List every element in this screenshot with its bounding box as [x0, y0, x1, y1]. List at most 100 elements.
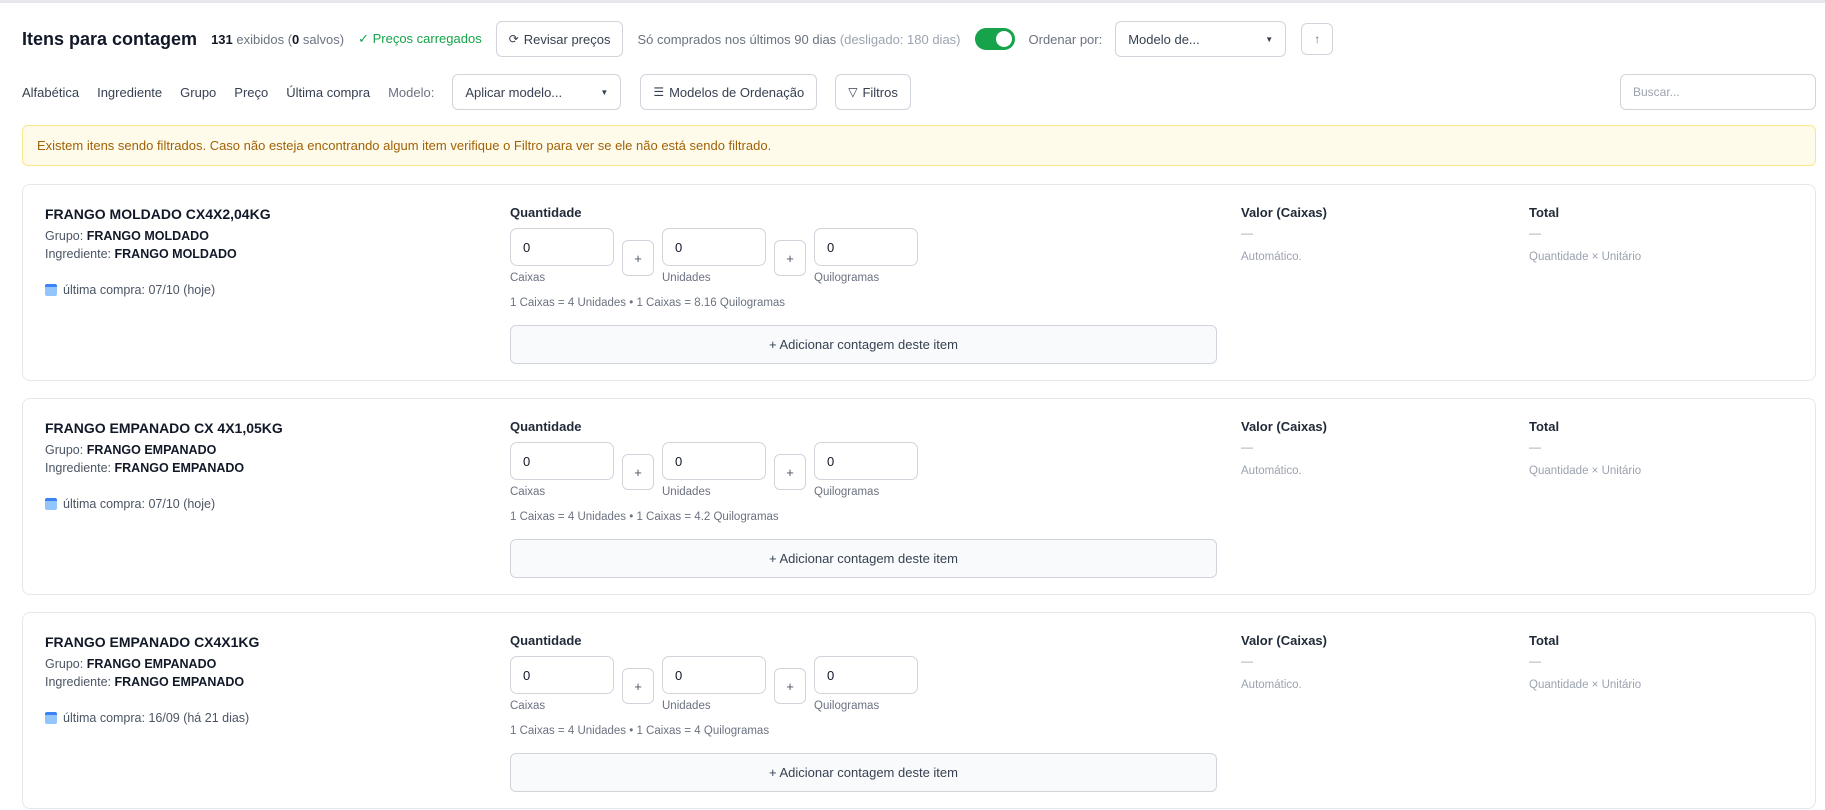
saved-count: 0 — [292, 31, 300, 47]
ingredient-label: Ingrediente: — [45, 247, 112, 261]
sort-last-purchase[interactable]: Última compra — [286, 85, 370, 100]
item-card: FRANGO MOLDADO CX4X2,04KG Grupo: FRANGO … — [22, 184, 1816, 381]
filter-icon: ▽ — [848, 85, 858, 99]
boxes-label: Caixas — [510, 272, 546, 284]
conversion-text: 1 Caixas = 4 Unidades • 1 Caixas = 8.16 … — [510, 297, 786, 309]
total-header: Total — [1529, 419, 1560, 434]
sort-group[interactable]: Grupo — [180, 85, 216, 100]
last-purchase-text: última compra: 07/10 (hoje) — [63, 497, 216, 511]
recent-filter-label: Só comprados nos últimos 90 dias (deslig… — [637, 32, 960, 47]
ingredient-value: FRANGO EMPANADO — [114, 461, 245, 475]
sort-alphabetical[interactable]: Alfabética — [22, 85, 79, 100]
caret-down-icon: ▼ — [1265, 34, 1274, 44]
item-card: FRANGO EMPANADO CX4X1KG Grupo: FRANGO EM… — [22, 612, 1816, 809]
plus-icon: + — [774, 668, 806, 704]
item-name: FRANGO EMPANADO CX4X1KG — [45, 634, 260, 650]
caret-down-icon: ▼ — [600, 87, 609, 97]
last-purchase-text: última compra: 16/09 (há 21 dias) — [63, 711, 250, 725]
item-name: FRANGO MOLDADO CX4X2,04KG — [45, 206, 271, 222]
units-label: Unidades — [662, 486, 711, 498]
header-row: Itens para contagem 131 exibidos (0 salv… — [22, 21, 1825, 57]
arrow-up-icon: ↑ — [1314, 32, 1321, 46]
last-purchase: última compra: 07/10 (hoje) — [45, 283, 215, 297]
kilos-input[interactable]: 0 — [814, 656, 918, 694]
shown-text: exibidos ( — [236, 31, 293, 47]
saved-text: salvos) — [302, 31, 345, 47]
recent-filter-toggle[interactable] — [974, 28, 1015, 50]
group-label: Grupo: — [45, 443, 84, 457]
order-by-value: Modelo de... — [1128, 31, 1200, 47]
model-select-value: Aplicar modelo... — [465, 84, 563, 100]
item-count: 131 exibidos (0 salvos) — [211, 32, 344, 47]
last-purchase: última compra: 07/10 (hoje) — [45, 497, 215, 511]
units-label: Unidades — [662, 700, 711, 712]
recent-filter-off-text: (desligado: 180 dias) — [839, 31, 961, 47]
sort-models-button[interactable]: ☰ Modelos de Ordenação — [640, 74, 818, 110]
value-amount: — — [1241, 440, 1253, 454]
item-ingredient: Ingrediente: FRANGO MOLDADO — [45, 247, 237, 261]
group-label: Grupo: — [45, 229, 84, 243]
item-ingredient: Ingrediente: FRANGO EMPANADO — [45, 675, 244, 689]
kilos-input[interactable]: 0 — [814, 228, 918, 266]
order-by-select[interactable]: Modelo de... ▼ — [1115, 21, 1287, 57]
value-header: Valor (Caixas) — [1241, 205, 1327, 220]
calendar-icon — [45, 498, 57, 510]
total-note: Quantidade × Unitário — [1529, 465, 1642, 477]
units-input[interactable]: 0 — [662, 228, 766, 266]
plus-icon: + — [774, 454, 806, 490]
shown-count: 131 — [211, 31, 233, 47]
add-count-button[interactable]: + Adicionar contagem deste item — [510, 539, 1217, 578]
item-group: Grupo: FRANGO EMPANADO — [45, 443, 216, 457]
kilos-input[interactable]: 0 — [814, 442, 918, 480]
add-count-button[interactable]: + Adicionar contagem deste item — [510, 753, 1217, 792]
quantity-label: Quantidade — [510, 205, 582, 220]
filters-button[interactable]: ▽ Filtros — [835, 74, 911, 110]
conversion-text: 1 Caixas = 4 Unidades • 1 Caixas = 4.2 Q… — [510, 511, 779, 523]
group-value: FRANGO EMPANADO — [86, 443, 217, 457]
value-header: Valor (Caixas) — [1241, 633, 1327, 648]
conversion-text: 1 Caixas = 4 Unidades • 1 Caixas = 4 Qui… — [510, 725, 770, 737]
boxes-label: Caixas — [510, 486, 546, 498]
toggle-knob — [995, 31, 1012, 47]
model-label: Modelo: — [388, 84, 435, 100]
order-by-label: Ordenar por: — [1028, 31, 1103, 47]
item-group: Grupo: FRANGO EMPANADO — [45, 657, 216, 671]
total-note: Quantidade × Unitário — [1529, 251, 1642, 263]
kilos-label: Quilogramas — [814, 272, 880, 284]
units-input[interactable]: 0 — [662, 656, 766, 694]
kilos-label: Quilogramas — [814, 486, 880, 498]
value-note: Automático. — [1241, 251, 1302, 263]
ingredient-label: Ingrediente: — [45, 461, 112, 475]
item-group: Grupo: FRANGO MOLDADO — [45, 229, 209, 243]
total-amount: — — [1529, 226, 1541, 240]
units-input[interactable]: 0 — [662, 442, 766, 480]
review-prices-button[interactable]: ⟳ Revisar preços — [495, 21, 624, 57]
model-select[interactable]: Aplicar modelo... ▼ — [452, 74, 622, 110]
kilos-label: Quilogramas — [814, 700, 880, 712]
search-input[interactable]: Buscar... — [1620, 74, 1816, 110]
plus-icon: + — [622, 240, 654, 276]
boxes-input[interactable]: 0 — [510, 228, 614, 266]
boxes-input[interactable]: 0 — [510, 656, 614, 694]
boxes-input[interactable]: 0 — [510, 442, 614, 480]
item-card: FRANGO EMPANADO CX 4X1,05KG Grupo: FRANG… — [22, 398, 1816, 595]
value-note: Automático. — [1241, 465, 1302, 477]
plus-icon: + — [622, 668, 654, 704]
units-label: Unidades — [662, 272, 711, 284]
filter-alert-text: Existem itens sendo filtrados. Caso não … — [37, 138, 772, 153]
calendar-icon — [45, 712, 57, 724]
ingredient-value: FRANGO MOLDADO — [114, 247, 237, 261]
sort-price[interactable]: Preço — [234, 85, 268, 100]
plus-icon: + — [622, 454, 654, 490]
refresh-icon: ⟳ — [508, 32, 519, 46]
sort-direction-button[interactable]: ↑ — [1301, 23, 1334, 55]
group-value: FRANGO EMPANADO — [86, 657, 217, 671]
sort-ingredient[interactable]: Ingrediente — [97, 85, 162, 100]
last-purchase-text: última compra: 07/10 (hoje) — [63, 283, 216, 297]
total-amount: — — [1529, 654, 1541, 668]
add-count-button[interactable]: + Adicionar contagem deste item — [510, 325, 1217, 364]
plus-icon: + — [774, 240, 806, 276]
filters-label: Filtros — [862, 84, 898, 100]
page-title: Itens para contagem — [22, 28, 198, 49]
total-header: Total — [1529, 633, 1560, 648]
